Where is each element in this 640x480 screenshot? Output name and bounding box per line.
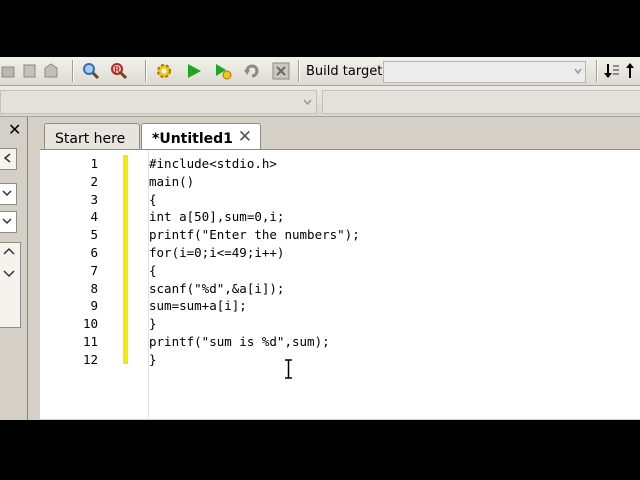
svg-text:R: R: [114, 66, 120, 76]
code-editor[interactable]: 1 #include<stdio.h> 2 main() 3 {4 int a[50],su…: [40, 149, 640, 419]
jump-down-icon[interactable]: [602, 62, 620, 80]
paste-icon[interactable]: [42, 62, 60, 80]
change-bar: [123, 155, 128, 364]
toolbar-separator: [596, 60, 597, 82]
chevron-down-icon: [3, 270, 15, 278]
chevron-down-icon: [574, 68, 582, 75]
tab-label: *Untitled1: [152, 131, 233, 147]
line-number: 1: [90, 156, 98, 171]
scope-select[interactable]: [0, 90, 317, 114]
management-panel: ✕: [0, 117, 28, 420]
copy-icon[interactable]: [20, 62, 38, 80]
build-target-label: Build target:: [306, 64, 387, 79]
tab-label: Start here: [55, 131, 126, 147]
tab-start-here[interactable]: Start here: [44, 123, 140, 149]
build-and-run-icon[interactable]: [214, 62, 232, 80]
search-icon[interactable]: [82, 62, 100, 80]
panel-scrollbar[interactable]: [0, 242, 21, 328]
panel-select[interactable]: [0, 183, 17, 205]
line-number: 3: [90, 191, 98, 207]
build-target-select[interactable]: [383, 61, 586, 83]
editor-area: Start here *Untitled1 ✕ 1 #include<stdio.…: [40, 117, 640, 419]
code-completion-toolbar: [0, 86, 640, 117]
line-number: 12: [82, 351, 98, 367]
gear-icon[interactable]: [155, 62, 173, 80]
line-number: 11: [82, 334, 98, 349]
line-number: 6: [90, 245, 98, 260]
toolbar-separator: [298, 60, 299, 82]
close-icon[interactable]: ✕: [8, 120, 21, 139]
code-line[interactable]: sum=sum+a[i];: [149, 298, 247, 313]
panel-select[interactable]: [0, 211, 17, 233]
chevron-up-icon: [3, 247, 15, 255]
function-select[interactable]: [322, 90, 640, 114]
code-line[interactable]: scanf("%d",&a[i]);: [149, 281, 284, 296]
code-line[interactable]: int a[50],sum=0,i;: [149, 209, 284, 224]
toolbar-separator: [72, 60, 73, 82]
chevron-left-icon: [3, 153, 11, 163]
line-number: 4: [90, 209, 98, 225]
code-line[interactable]: main(): [149, 174, 194, 189]
rebuild-icon[interactable]: [243, 62, 261, 80]
code-line[interactable]: #include<stdio.h>: [149, 156, 277, 171]
close-icon[interactable]: ✕: [238, 127, 252, 147]
text-cursor-icon: [285, 359, 292, 379]
cut-icon[interactable]: [0, 62, 18, 80]
code-line[interactable]: }: [149, 316, 157, 331]
replace-icon[interactable]: R: [110, 62, 128, 80]
code-line[interactable]: printf("Enter the numbers");: [149, 227, 360, 242]
chevron-down-icon: [303, 99, 312, 106]
toolbar-separator: [145, 60, 146, 82]
line-number: 7: [90, 262, 98, 278]
run-icon[interactable]: [185, 62, 203, 80]
line-number: 8: [90, 280, 98, 296]
jump-up-icon[interactable]: [624, 62, 640, 80]
tab-untitled1[interactable]: *Untitled1 ✕: [141, 123, 261, 149]
code-line[interactable]: {: [149, 192, 157, 207]
code-line[interactable]: {: [149, 263, 157, 278]
chevron-down-icon: [2, 190, 12, 197]
panel-tab[interactable]: [0, 148, 17, 170]
code-line[interactable]: printf("sum is %d",sum);: [149, 334, 330, 349]
chevron-down-icon: [2, 218, 12, 225]
line-number: 2: [90, 173, 98, 189]
abort-icon[interactable]: [272, 62, 290, 80]
line-number: 5: [90, 227, 98, 243]
main-toolbar: R Build target:: [0, 57, 640, 86]
codeblocks-window: R Build target: ✕ Start here *Untitled1 …: [0, 57, 640, 420]
code-line[interactable]: }: [149, 352, 157, 367]
line-number: 10: [82, 316, 98, 332]
line-number: 9: [90, 298, 98, 314]
code-line[interactable]: for(i=0;i<=49;i++): [149, 245, 284, 260]
editor-tabbar: Start here *Untitled1 ✕: [40, 117, 640, 149]
